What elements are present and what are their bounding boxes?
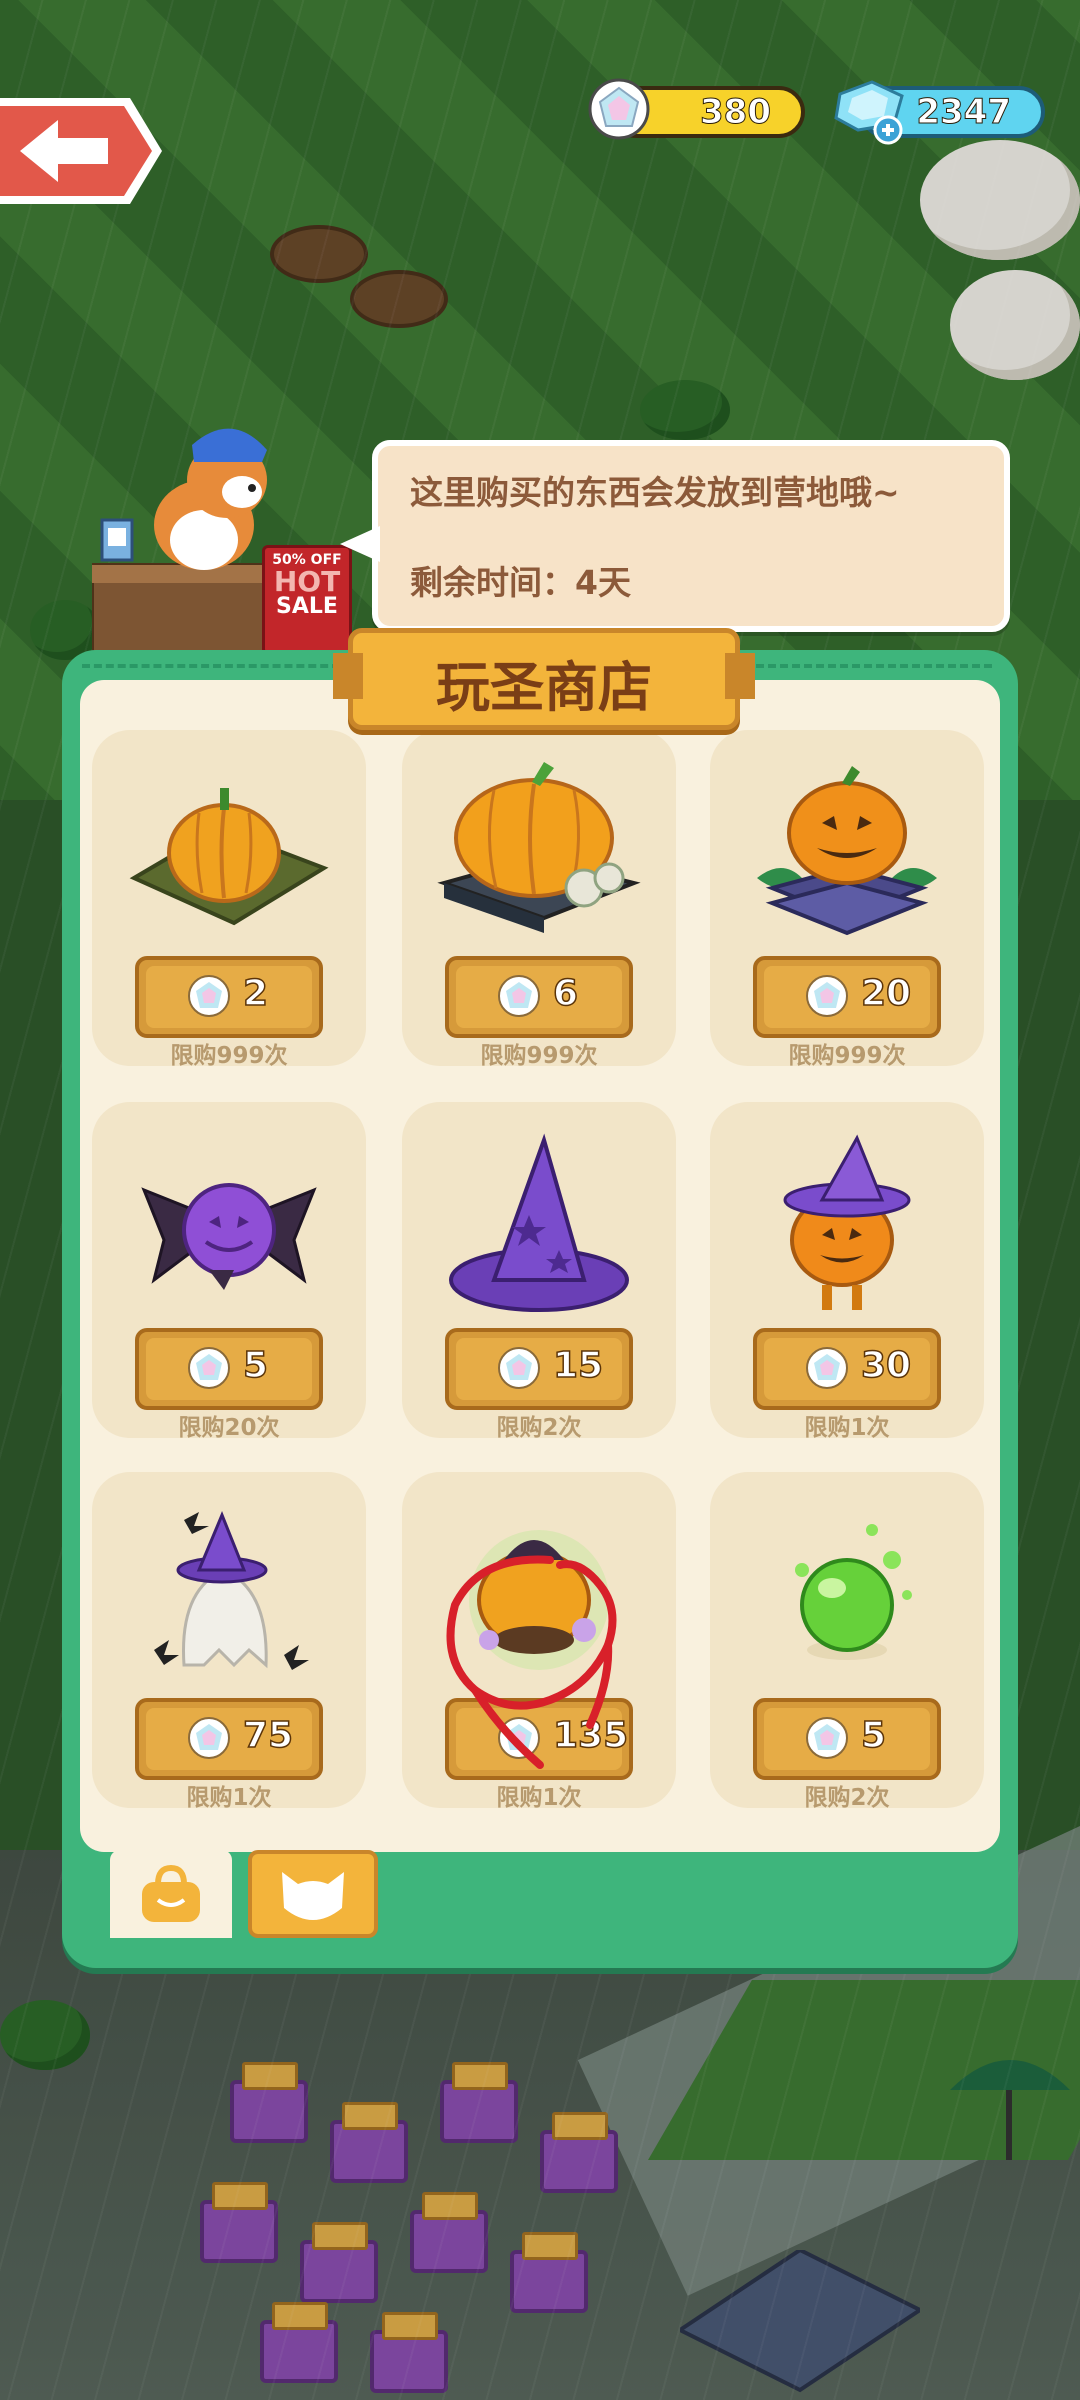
green-orb-icon: [795, 1524, 912, 1660]
shop-title-plate: 玩圣商店: [333, 628, 755, 730]
shop-item: 30 限购1次: [710, 1102, 984, 1441]
shop-item: 5 限购2次: [710, 1472, 984, 1811]
notice-bubble: 这里购买的东西会发放到营地哦~ 剩余时间：4天: [340, 440, 1010, 632]
item-price: 5: [242, 1344, 269, 1387]
buy-button[interactable]: 30: [753, 1328, 941, 1410]
diamond-coin-icon: [188, 1717, 230, 1759]
cat-face-icon: [282, 1872, 344, 1920]
shop-item: 2 限购999次: [92, 730, 366, 1069]
diamond-coin-icon: [806, 1347, 848, 1389]
shop-item: 6 限购999次: [402, 730, 676, 1069]
witch-hat-icon: [449, 1133, 629, 1312]
buy-button[interactable]: 5: [753, 1698, 941, 1780]
item-price: 15: [552, 1344, 604, 1387]
shop-tab-bar: [62, 1850, 1018, 1968]
sale-text: SALE: [276, 594, 338, 619]
item-price: 135: [552, 1714, 629, 1757]
diamond-coin-icon: [806, 1717, 848, 1759]
shop-item: 5 限购20次: [92, 1102, 366, 1441]
item-price: 2: [242, 972, 269, 1015]
diamond-coin-icon: [188, 1347, 230, 1389]
shopping-bag-icon: [142, 1864, 200, 1922]
buy-button[interactable]: 15: [445, 1328, 633, 1410]
purchase-limit: 限购999次: [170, 1043, 288, 1069]
diamond-coin-icon: [498, 1717, 540, 1759]
shop-item: 135 限购1次: [402, 1472, 676, 1811]
diamond-coin-icon: [806, 975, 848, 1017]
item-price: 5: [860, 1714, 887, 1757]
hot-sale-sign: 50% OFF HOT SALE: [262, 545, 352, 655]
ghost-witch-icon: [154, 1511, 309, 1670]
buy-button[interactable]: 6: [445, 956, 633, 1038]
purchase-limit: 限购2次: [496, 1415, 582, 1441]
remaining-time: 剩余时间：4天: [410, 563, 631, 602]
tab-shopping-bag[interactable]: [110, 1850, 232, 1938]
diamond-coin-icon: [188, 975, 230, 1017]
purchase-limit: 限购1次: [496, 1785, 582, 1811]
purchase-limit: 限购1次: [804, 1415, 890, 1441]
gem-add-icon[interactable]: [832, 80, 906, 146]
coin-amount: 380: [700, 92, 772, 133]
buy-button[interactable]: 135: [445, 1698, 633, 1780]
purchase-limit: 限购999次: [788, 1043, 906, 1069]
item-price: 75: [242, 1714, 294, 1757]
buy-button[interactable]: 20: [753, 956, 941, 1038]
shop-panel: 2 限购999次 6 限购999次 20 限购999次 5 限购20次 15 限…: [62, 628, 1018, 1968]
diamond-coin-icon: [498, 975, 540, 1017]
item-price: 30: [860, 1344, 912, 1387]
shop-item: 75 限购1次: [92, 1472, 366, 1811]
back-arrow-icon: [0, 98, 162, 204]
shop-title: 玩圣商店: [436, 656, 652, 719]
cauldron-creature-icon: [469, 1530, 609, 1670]
buy-button[interactable]: 2: [135, 956, 323, 1038]
buy-button[interactable]: 75: [135, 1698, 323, 1780]
notice-text: 这里购买的东西会发放到营地哦~: [410, 473, 900, 512]
sale-hot: HOT: [273, 565, 341, 598]
tab-cat[interactable]: [248, 1850, 378, 1938]
jack-o-lantern-book-icon: [757, 766, 937, 936]
item-price: 20: [860, 972, 912, 1015]
back-button[interactable]: [0, 92, 165, 210]
shop-content: 2 限购999次 6 限购999次 20 限购999次 5 限购20次 15 限…: [80, 680, 1000, 1852]
diamond-coin-icon: [498, 1347, 540, 1389]
candy-icon: [141, 1183, 317, 1290]
purchase-limit: 限购20次: [178, 1415, 280, 1441]
purchase-limit: 限购1次: [186, 1785, 272, 1811]
pumpkin-patch-icon: [129, 788, 329, 926]
pumpkin-book-icon: [437, 762, 641, 933]
gem-amount: 2347: [916, 92, 1012, 133]
item-price: 6: [552, 972, 579, 1015]
shop-item: 15 限购2次: [402, 1102, 676, 1441]
diamond-coin-icon: [588, 78, 650, 140]
buy-button[interactable]: 5: [135, 1328, 323, 1410]
purchase-limit: 限购2次: [804, 1785, 890, 1811]
shop-item: 20 限购999次: [710, 730, 984, 1069]
pumpkin-witch-icon: [783, 1134, 911, 1310]
purchase-limit: 限购999次: [480, 1043, 598, 1069]
